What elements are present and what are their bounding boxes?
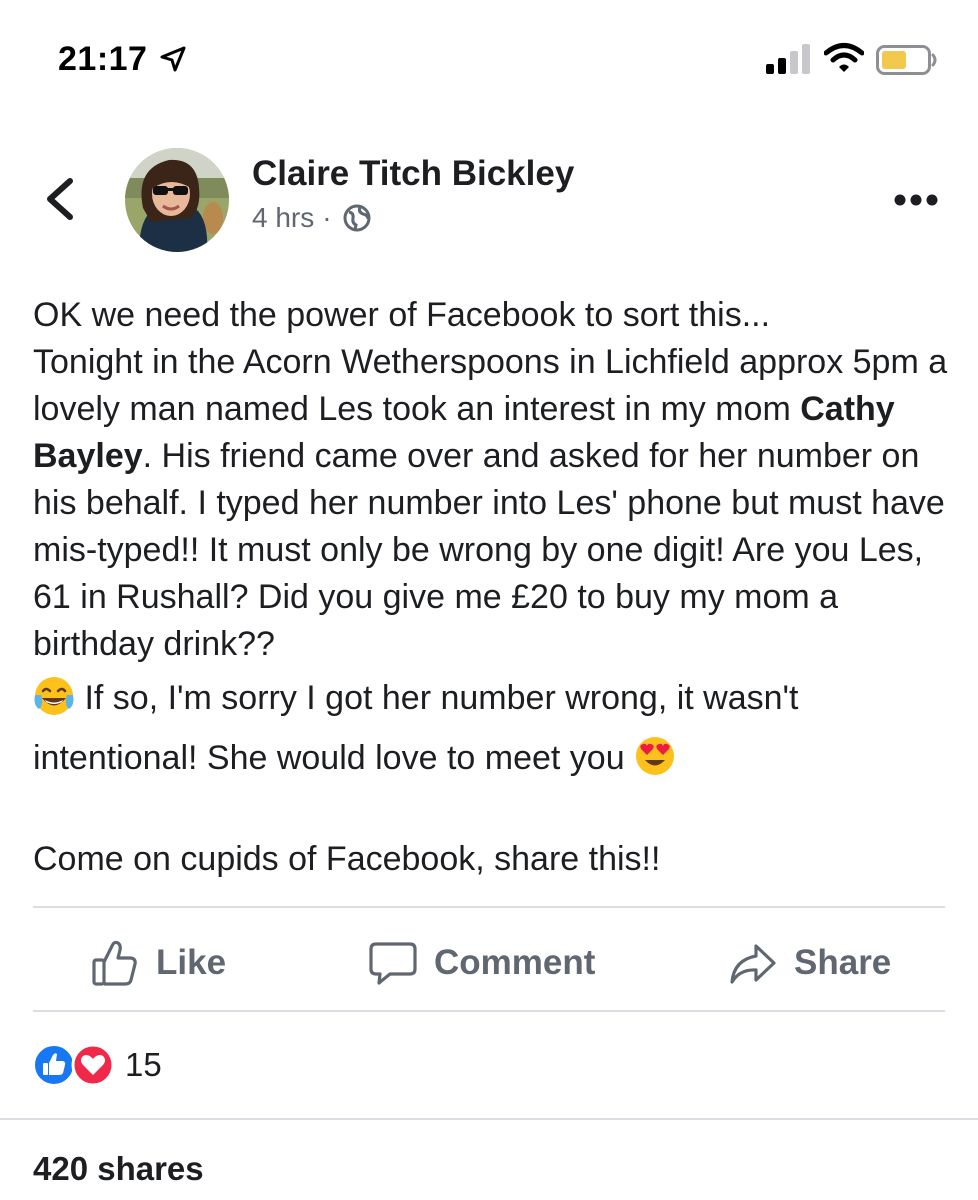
location-arrow-icon (160, 46, 186, 72)
divider-bottom (0, 1118, 978, 1120)
post-text-closing: Come on cupids of Facebook, share this!! (33, 840, 661, 878)
comment-button[interactable]: Comment (368, 938, 595, 988)
battery-icon (876, 45, 937, 75)
tears-of-joy-emoji (34, 677, 74, 715)
status-time: 21:17 (58, 40, 148, 78)
like-button[interactable]: Like (90, 938, 226, 988)
author-name[interactable]: Claire Titch Bickley (252, 154, 574, 194)
post-actions-bar: Like Comment Share (0, 908, 978, 1012)
avatar-photo (125, 148, 229, 252)
globe-icon (343, 204, 371, 232)
like-label: Like (156, 943, 227, 982)
post-text-paragraph: Tonight in the Acorn Wetherspoons in Lic… (33, 343, 948, 663)
author-avatar[interactable] (125, 148, 229, 252)
comment-label: Comment (434, 943, 596, 982)
love-reaction-icon (71, 1043, 115, 1087)
post-text-emoji-paragraph: If so, I'm sorry I got her number wrong,… (33, 668, 958, 788)
like-reaction-icon (33, 1044, 75, 1086)
reaction-icons (33, 1043, 115, 1087)
reaction-count: 15 (125, 1046, 162, 1083)
status-bar: 21:17 (0, 0, 978, 110)
back-chevron-icon[interactable] (40, 176, 80, 222)
comment-bubble-icon (369, 942, 417, 985)
more-options-icon[interactable] (892, 190, 940, 210)
reactions-summary[interactable]: 15 (33, 1040, 162, 1090)
heart-eyes-emoji (636, 737, 675, 775)
post-meta: 4 hrs · (252, 202, 372, 234)
share-arrow-icon (730, 944, 776, 984)
wifi-icon (824, 43, 864, 72)
share-button[interactable]: Share (728, 938, 891, 988)
divider-middle (33, 1010, 945, 1012)
post-header: Claire Titch Bickley 4 hrs · (0, 140, 978, 260)
post-body: OK we need the power of Facebook to sort… (33, 292, 958, 883)
cellular-signal-icon (766, 44, 810, 74)
share-count[interactable]: 420 shares (33, 1150, 204, 1188)
share-label: Share (794, 943, 892, 982)
post-time[interactable]: 4 hrs (252, 202, 314, 234)
post-text-line-1: OK we need the power of Facebook to sort… (33, 296, 771, 334)
thumbs-up-icon (92, 940, 137, 986)
meta-separator: · (322, 202, 332, 233)
